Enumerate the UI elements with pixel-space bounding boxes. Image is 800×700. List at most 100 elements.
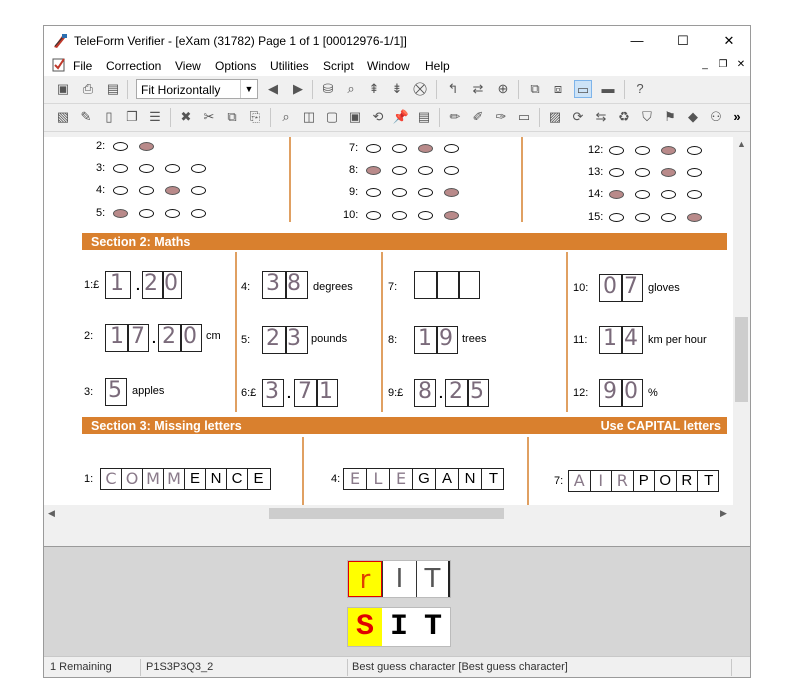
question-number: 4: [96,184,106,196]
close-button[interactable]: ✕ [706,26,750,56]
answer-bubble [366,211,381,220]
delete-icon[interactable]: ✖ [177,108,195,126]
menu-utilities[interactable]: Utilities [270,59,309,73]
guess-char[interactable]: I [382,608,416,646]
tag-icon[interactable]: ◆ [684,108,702,126]
folder-icon[interactable]: ▭ [515,108,533,126]
scroll-right-arrow-icon[interactable]: ▶ [720,508,727,519]
menu-options[interactable]: Options [215,59,256,73]
menu-correction[interactable]: Correction [106,59,161,73]
view-stacked-icon[interactable]: ⧈ [549,80,567,98]
answer-bubble-filled [418,144,433,153]
form-up-icon[interactable]: ⇞ [365,80,383,98]
menu-script[interactable]: Script [323,59,354,73]
paste-icon[interactable]: ⎘ [246,108,264,126]
handwritten-answer: 20 [162,324,204,349]
zoom-tool-icon[interactable]: ⊕ [494,80,512,98]
view-single-icon[interactable]: ▭ [574,80,592,98]
pen-icon[interactable]: ✏ [446,108,464,126]
horizontal-scrollbar[interactable]: ◀ ▶ [44,505,750,522]
print-icon[interactable]: ⎙ [79,80,97,98]
view-tiled-icon[interactable]: ⧉ [526,80,544,98]
menu-help[interactable]: Help [425,59,450,73]
copy-icon[interactable]: ⧉ [223,108,241,126]
recycle-icon[interactable]: ♻ [615,108,633,126]
fit-width-icon[interactable]: ◫ [300,108,318,126]
form-down-icon[interactable]: ⇟ [388,80,406,98]
question-number: 9: [349,186,359,198]
menu-window[interactable]: Window [367,59,410,73]
swap-icon[interactable]: ⇄ [469,80,487,98]
shield-icon[interactable]: ⛉ [638,108,656,126]
pen-prev-icon[interactable]: ✑ [492,108,510,126]
cut-icon[interactable]: ✂ [200,108,218,126]
form-edit-icon[interactable]: ✎ [77,108,95,126]
vertical-scroll-thumb[interactable] [735,317,748,402]
batch-icon[interactable]: ⛁ [319,80,337,98]
handwritten-answer: 19 [418,326,460,351]
find-form-icon[interactable]: ⌕ [342,80,360,98]
chevron-down-icon[interactable]: ▼ [240,80,257,98]
answer-bubble [444,144,459,153]
form-reject-icon[interactable]: ⛒ [411,80,429,98]
guess-char[interactable]: T [416,608,450,646]
handwritten-answer: 1 [110,271,124,296]
rotate-left-icon[interactable]: ↰ [444,80,462,98]
minimize-button[interactable]: — [614,26,660,56]
vertical-scrollbar[interactable]: ▲ ▼ [733,137,750,522]
document-checkmark-icon[interactable] [52,58,66,72]
answer-bubble [392,166,407,175]
list-icon[interactable]: ☰ [146,108,164,126]
flag-icon[interactable]: ⚑ [661,108,679,126]
blank-page-icon[interactable]: ▯ [100,108,118,126]
scroll-up-arrow-icon[interactable]: ▲ [737,139,746,149]
pen-next-icon[interactable]: ✐ [469,108,487,126]
question-number: 12: [573,387,589,399]
answer-bubble [418,166,433,175]
search-icon[interactable]: ⌕ [277,108,295,126]
mdi-restore-button[interactable]: ❐ [715,58,731,72]
tree-icon[interactable]: ⚇ [707,108,725,126]
save-small-icon[interactable]: ▣ [346,108,364,126]
horizontal-scroll-thumb[interactable] [269,508,504,519]
handwritten-answer: 90 [603,379,645,404]
answer-bubble [191,209,206,218]
toolbar-separator [624,80,625,99]
next-arrow-icon[interactable]: ▶ [289,80,307,98]
menu-file[interactable]: File [73,59,92,73]
answer-bubble [191,186,206,195]
column-divider [381,252,383,412]
fit-page-icon[interactable]: ▢ [323,108,341,126]
handwritten-answer: 14 [603,326,645,351]
unit-label: % [648,387,658,399]
mdi-close-button[interactable]: ✕ [733,58,749,72]
letter-cell: T [704,472,714,489]
scroll-left-arrow-icon[interactable]: ◀ [48,508,55,519]
toolbar-overflow-icon[interactable]: » [730,108,744,126]
view-full-icon[interactable]: ▬ [599,80,617,98]
previous-arrow-icon[interactable]: ◀ [264,80,282,98]
answer-bubble [139,186,154,195]
answer-bubble-filled [661,146,676,155]
rotate-icon[interactable]: ⟲ [369,108,387,126]
zoom-select[interactable]: Fit Horizontally ▼ [136,79,258,99]
snippet-char: T [416,561,450,597]
guess-char-active[interactable]: S [348,608,382,646]
menu-view[interactable]: View [175,59,201,73]
unit-label: pounds [311,333,348,345]
best-guess-entry[interactable]: S I T [347,607,451,647]
window-title: TeleForm Verifier - [eXam (31782) Page 1… [74,34,407,48]
help-pointer-icon[interactable]: ? [631,80,649,98]
mdi-minimize-button[interactable]: _ [697,58,713,72]
copy-pages-icon[interactable]: ❐ [123,108,141,126]
save-icon[interactable]: ▣ [54,80,72,98]
pin-icon[interactable]: 📌 [392,108,410,126]
image-icon[interactable]: ▧ [54,108,72,126]
picture-icon[interactable]: ▨ [546,108,564,126]
sync-icon[interactable]: ⇆ [592,108,610,126]
maximize-button[interactable]: ☐ [660,26,706,56]
form-image-view[interactable]: 2: 3: 4: 5: 7: 8: 9: 10: 12: 13: 14: 15:… [44,137,750,522]
notes-icon[interactable]: ▤ [415,108,433,126]
refresh-icon[interactable]: ⟳ [569,108,587,126]
print-preview-icon[interactable]: ▤ [104,80,122,98]
